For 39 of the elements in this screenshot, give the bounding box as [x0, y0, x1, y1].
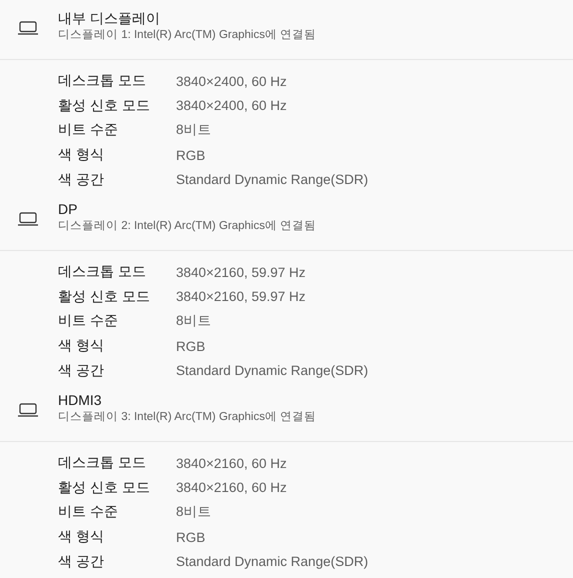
property-value: Standard Dynamic Range(SDR): [176, 363, 368, 378]
property-value: 8비트: [176, 312, 212, 330]
property-label: 데스크톱 모드: [58, 263, 147, 282]
display-subtitle: 디스플레이 3: Intel(R) Arc(TM) Graphics에 연결됨: [58, 410, 316, 425]
property-value: 8비트: [176, 503, 212, 522]
property-label: 색 공간: [58, 170, 105, 189]
property-value: RGB: [176, 530, 206, 545]
property-label: 활성 신호 모드: [58, 288, 151, 306]
property-label: 데스크톱 모드: [58, 72, 147, 90]
property-label: 비트 수준: [58, 121, 119, 140]
property-value: 3840×2400, 60 Hz: [176, 74, 287, 89]
property-label: 활성 신호 모드: [58, 478, 151, 497]
property-value: 8비트: [176, 121, 212, 140]
property-value: 3840×2400, 60 Hz: [176, 98, 287, 114]
property-label: 색 형식: [58, 146, 105, 164]
display-name: 내부 디스플레이: [58, 9, 161, 27]
display-name: HDMI3: [58, 391, 103, 409]
property-label: 색 공간: [58, 552, 105, 571]
property-label: 활성 신호 모드: [58, 96, 151, 115]
property-value: 3840×2160, 59.97 Hz: [176, 289, 306, 304]
property-label: 비트 수준: [58, 503, 119, 522]
property-label: 색 공간: [58, 362, 105, 380]
property-label: 색 형식: [58, 528, 105, 546]
laptop-icon: [18, 21, 38, 35]
laptop-icon: [18, 212, 38, 226]
laptop-icon: [18, 403, 38, 417]
property-value: 3840×2160, 59.97 Hz: [176, 264, 306, 280]
property-value: Standard Dynamic Range(SDR): [176, 172, 368, 188]
property-value: 3840×2160, 60 Hz: [176, 456, 287, 471]
display-subtitle: 디스플레이 2: Intel(R) Arc(TM) Graphics에 연결됨: [58, 219, 316, 234]
property-value: RGB: [176, 338, 206, 354]
property-label: 비트 수준: [58, 312, 119, 330]
display-name: DP: [58, 200, 78, 218]
property-label: 색 형식: [58, 337, 105, 356]
display-subtitle: 디스플레이 1: Intel(R) Arc(TM) Graphics에 연결됨: [58, 28, 316, 43]
property-value: 3840×2160, 60 Hz: [176, 480, 287, 496]
property-label: 데스크톱 모드: [58, 454, 147, 472]
property-value: Standard Dynamic Range(SDR): [176, 554, 368, 570]
property-value: RGB: [176, 148, 206, 163]
